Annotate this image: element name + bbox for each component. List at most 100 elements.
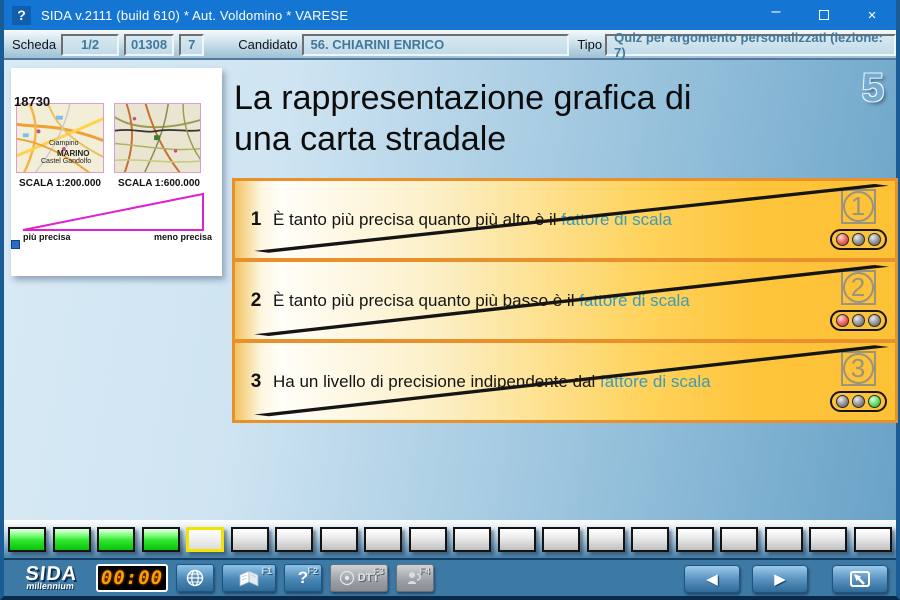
maximize-icon — [819, 10, 829, 20]
question-title-line2: una carta stradale — [234, 119, 864, 160]
progress-cell[interactable] — [542, 527, 580, 552]
light-2 — [852, 314, 865, 327]
progress-cell[interactable] — [676, 527, 714, 552]
light-1 — [836, 233, 849, 246]
light-3 — [868, 233, 881, 246]
f3-key-label: F3 — [373, 566, 384, 576]
scheda-counter-field: 1/2 — [61, 34, 119, 56]
next-arrow-icon: ▶ — [774, 570, 786, 588]
candidato-field: 56. CHIARINI ENRICO — [302, 34, 570, 56]
tipo-label: Tipo — [577, 37, 602, 52]
close-button[interactable]: × — [848, 0, 896, 30]
answer-badge[interactable]: 1 — [841, 189, 876, 224]
prev-button[interactable]: ◀ — [684, 565, 740, 593]
exit-button[interactable] — [832, 565, 888, 593]
f2-key-label: F2 — [307, 566, 318, 576]
progress-cell[interactable] — [809, 527, 847, 552]
book-icon — [237, 569, 261, 587]
answer-text-main: È tanto più precisa quanto più basso è i… — [273, 291, 579, 310]
answers-block: 1 È tanto più precisa quanto più alto è … — [232, 178, 898, 423]
answer-text-main: È tanto più precisa quanto più alto è il — [273, 210, 561, 229]
f4-key-label: F4 — [419, 566, 430, 576]
question-title: La rappresentazione grafica di una carta… — [234, 78, 864, 160]
progress-cell[interactable] — [587, 527, 625, 552]
progress-cell[interactable] — [631, 527, 669, 552]
light-3 — [868, 314, 881, 327]
answer-badge[interactable]: 3 — [841, 351, 876, 386]
progress-cell[interactable] — [142, 527, 180, 552]
progress-cell[interactable] — [854, 527, 892, 552]
progress-strip — [4, 520, 896, 558]
triangle-label-right: meno precisa — [154, 232, 212, 242]
progress-bar — [8, 527, 892, 552]
progress-cell[interactable] — [53, 527, 91, 552]
answer-badge[interactable]: 2 — [841, 270, 876, 305]
answer-text-main: Ha un livello di precisione indipendente… — [273, 372, 600, 391]
question-title-line1: La rappresentazione grafica di — [234, 78, 864, 119]
next-button[interactable]: ▶ — [752, 565, 808, 593]
exit-icon — [848, 570, 872, 589]
precision-triangle-icon — [19, 190, 211, 234]
help-icon[interactable]: ? — [12, 6, 31, 25]
traffic-light[interactable] — [830, 310, 887, 331]
progress-cell[interactable] — [97, 527, 135, 552]
map-label-marino: MARINO — [57, 149, 89, 158]
map-image-600k — [114, 103, 201, 173]
answer-number: 1 — [244, 209, 268, 231]
progress-cell[interactable] — [186, 527, 224, 552]
answer-text: Ha un livello di precisione indipendente… — [273, 372, 826, 392]
map-caption-600k: SCALA 1:600.000 — [109, 178, 209, 189]
minimize-icon: – — [772, 3, 781, 21]
dtt-emblem-icon — [339, 570, 355, 586]
quiz-code-field: 01308 — [124, 34, 174, 56]
internet-button[interactable] — [176, 564, 214, 592]
traffic-light[interactable] — [830, 229, 887, 250]
lesson-number-field: 7 — [179, 34, 204, 56]
question-number: 5 — [862, 66, 884, 111]
app-window: ? SIDA v.2111 (build 610) * Aut. Voldomi… — [0, 0, 900, 600]
progress-cell[interactable] — [765, 527, 803, 552]
answer-row-2[interactable]: 2 È tanto più precisa quanto più basso è… — [235, 262, 895, 339]
map-roads-icon — [115, 104, 200, 172]
sida-logo: SIDA millennium — [13, 565, 90, 591]
sida-mini-icon — [11, 240, 20, 249]
progress-cell[interactable] — [364, 527, 402, 552]
answer-row-1[interactable]: 1 È tanto più precisa quanto più alto è … — [235, 181, 895, 258]
map-label-ciampino: Ciampino — [49, 140, 79, 147]
minimize-button[interactable]: – — [752, 0, 800, 30]
title-bar: ? SIDA v.2111 (build 610) * Aut. Voldomi… — [4, 0, 896, 30]
scheda-label: Scheda — [12, 37, 56, 52]
globe-icon — [185, 568, 205, 588]
answer-number: 3 — [244, 371, 268, 393]
progress-cell[interactable] — [409, 527, 447, 552]
quiz-header: Scheda 1/2 01308 7 Candidato 56. CHIARIN… — [4, 30, 896, 60]
light-1 — [836, 314, 849, 327]
answer-text: È tanto più precisa quanto più alto è il… — [273, 210, 826, 230]
map-caption-200k: SCALA 1:200.000 — [11, 178, 109, 189]
f1-key-label: F1 — [261, 566, 272, 576]
progress-cell[interactable] — [720, 527, 758, 552]
window-title: SIDA v.2111 (build 610) * Aut. Voldomino… — [41, 8, 752, 23]
light-3 — [868, 395, 881, 408]
question-figure-panel: 18730 Ciampino MARINO Castel Gandolfo — [11, 68, 222, 276]
progress-cell[interactable] — [498, 527, 536, 552]
progress-cell[interactable] — [275, 527, 313, 552]
help-quiz-button[interactable]: F2 ? — [284, 564, 322, 592]
progress-cell[interactable] — [231, 527, 269, 552]
progress-cell[interactable] — [453, 527, 491, 552]
timer-display: 00:00 — [96, 564, 168, 592]
light-2 — [852, 395, 865, 408]
answer-text-highlight: fattore di scala — [561, 210, 672, 229]
candidato-label: Candidato — [238, 37, 297, 52]
manual-button[interactable]: F1 — [222, 564, 276, 592]
answer-row-3[interactable]: 3 Ha un livello di precisione indipenden… — [235, 343, 895, 420]
traffic-light[interactable] — [830, 391, 887, 412]
progress-cell[interactable] — [320, 527, 358, 552]
map-label-castel-gandolfo: Castel Gandolfo — [41, 158, 91, 165]
answer-number: 2 — [244, 290, 268, 312]
maximize-button[interactable] — [800, 0, 848, 30]
progress-cell[interactable] — [8, 527, 46, 552]
light-1 — [836, 395, 849, 408]
bottom-toolbar: SIDA millennium 00:00 F1 F2 — [4, 558, 896, 596]
map-image-200k: Ciampino MARINO Castel Gandolfo — [16, 103, 104, 173]
